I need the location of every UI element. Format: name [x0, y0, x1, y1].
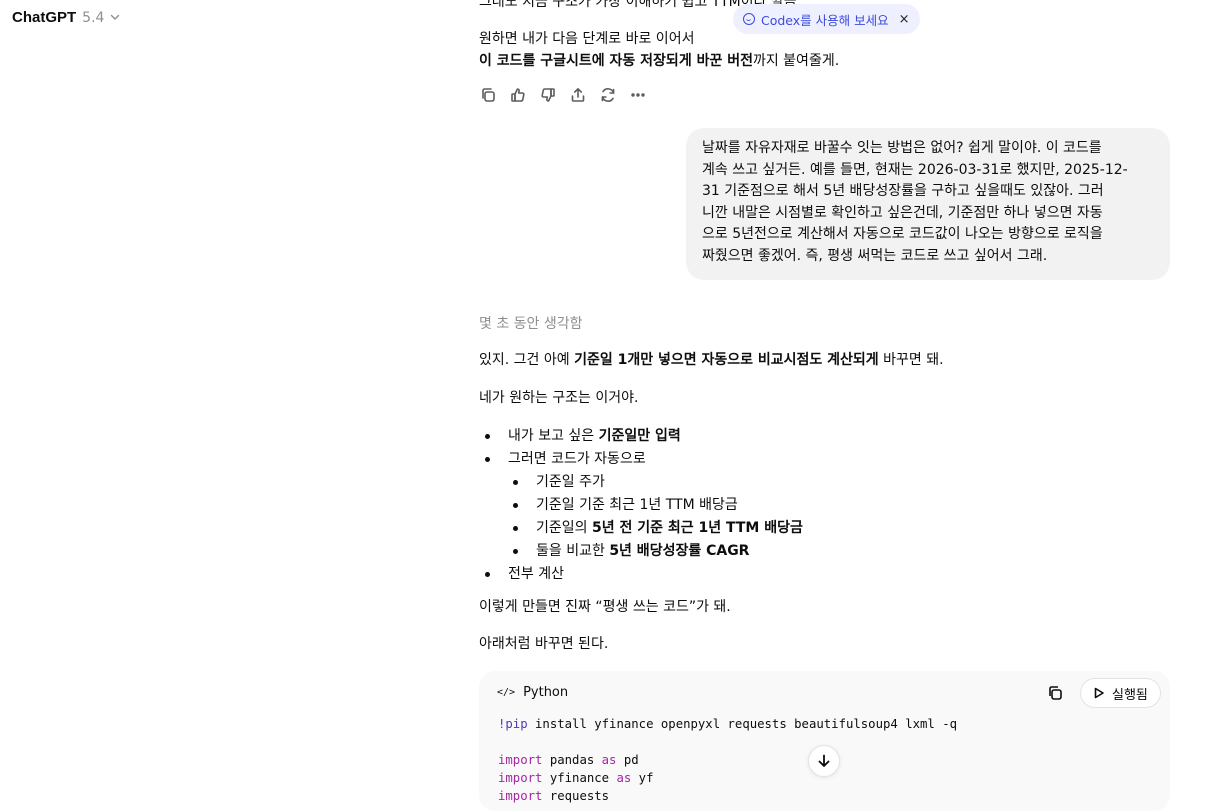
code-keyword: as [601, 753, 617, 767]
code-token: requests [542, 789, 610, 803]
code-token: install yfinance openpyxl requests beaut… [527, 717, 958, 731]
list-item: 기준일의 5년 전 기준 최근 1년 TTM 배당금 [479, 517, 803, 540]
user-message-line: 31 기준점으로 해서 5년 배당성장률을 구하고 싶을때도 있잖아. 그러 [702, 183, 1104, 200]
list-item: 기준일 기준 최근 1년 TTM 배당금 [479, 494, 803, 517]
run-button-label: 실행됨 [1112, 687, 1148, 703]
assistant-text: 이 코드를 구글시트에 자동 저장되게 바꾼 버전까지 붙여줄게. [479, 50, 839, 72]
user-message-line: 으로 5년전으로 계산해서 자동으로 코드값이 나오는 방향으로 로직을 [702, 226, 1103, 243]
code-token: pd [616, 753, 639, 767]
code-keyword: import [498, 789, 543, 803]
text: 기준일의 [536, 520, 592, 536]
codex-icon [743, 13, 755, 25]
user-message: 날짜를 자유자재로 바꿀수 잇는 방법은 없어? 쉽게 말이야. 이 코드를 계… [686, 128, 1170, 280]
list-item: 둘을 비교한 5년 배당성장률 CAGR [479, 540, 803, 563]
copy-code-icon[interactable] [1045, 683, 1065, 703]
thought-duration[interactable]: 몇 초 동안 생각함 [479, 313, 583, 333]
bullet-list: 내가 보고 싶은 기준일만 입력 그러면 코드가 자동으로 기준일 주가 기준일… [479, 425, 803, 586]
code-keyword: import [498, 771, 543, 785]
scroll-to-bottom-button[interactable] [808, 745, 840, 777]
code-language: </> Python [497, 685, 568, 700]
list-item: 그러면 코드가 자동으로 [479, 448, 803, 471]
assistant-paragraph: 네가 원하는 구조는 이거야. [479, 390, 639, 406]
user-message-line: 짜줬으면 좋겠어. 즉, 평생 써먹는 코드로 쓰고 싶어서 그래. [702, 247, 1048, 264]
list-item: 기준일 주가 [479, 471, 803, 494]
code-token: pandas [542, 753, 602, 767]
code-keyword: as [616, 771, 632, 785]
user-message-line: 니깐 내말은 시점별로 확인하고 싶은건데, 기준점만 하나 넣으면 자동 [702, 204, 1103, 221]
code-token: yfinance [542, 771, 617, 785]
bold-text: 이 코드를 구글시트에 자동 저장되게 바꾼 버전 [479, 53, 753, 69]
chevron-down-icon [110, 12, 120, 25]
text: 둘을 비교한 [536, 543, 610, 559]
text: 바꾸면 돼. [878, 352, 944, 368]
assistant-paragraph: 있지. 그건 아예 기준일 1개만 넣으면 자동으로 비교시점도 계산되게 바꾸… [479, 349, 944, 371]
codex-banner[interactable]: Codex를 사용해 보세요 × [733, 4, 920, 34]
more-icon[interactable] [629, 86, 646, 103]
assistant-paragraph: 이렇게 만들면 진짜 “평생 쓰는 코드”가 돼. [479, 599, 731, 615]
bold-text: 5년 전 기준 최근 1년 TTM 배당금 [591, 520, 803, 536]
list-item: 전부 계산 [479, 563, 803, 586]
thumbs-up-icon[interactable] [509, 86, 526, 103]
code-icon: </> [497, 687, 516, 698]
user-message-line: 날짜를 자유자재로 바꿀수 잇는 방법은 없어? 쉽게 말이야. 이 코드를 [702, 140, 1102, 156]
codex-banner-label: Codex를 사용해 보세요 [761, 12, 889, 28]
code-token: !pip [498, 717, 528, 731]
user-message-line: 계속 쓰고 싶거든. 예를 들면, 현재는 2026-03-31로 했지만, 2… [702, 161, 1128, 178]
text: 까지 붙여줄게. [752, 53, 840, 69]
text: 있지. 그건 아예 [479, 352, 575, 368]
bold-text: 5년 배당성장률 CAGR [609, 543, 750, 559]
copy-icon[interactable] [479, 86, 496, 103]
assistant-paragraph: 아래처럼 바꾸면 된다. [479, 636, 609, 652]
code-keyword: import [498, 753, 543, 767]
arrow-down-icon [818, 754, 830, 767]
close-icon[interactable]: × [899, 12, 910, 27]
bold-text: 기준일만 입력 [598, 428, 681, 444]
run-button[interactable]: 실행됨 [1080, 678, 1161, 708]
share-icon[interactable] [569, 86, 586, 103]
model-switcher[interactable]: ChatGPT 5.4 [12, 9, 120, 26]
code-block: </> Python 실행됨 !pip install yfinance ope… [479, 671, 1170, 811]
bold-text: 기준일 1개만 넣으면 자동으로 비교시점도 계산되게 [574, 352, 879, 368]
code-content: !pip install yfinance openpyxl requests … [498, 715, 957, 805]
assistant-text: 원하면 내가 다음 단계로 바로 이어서 [479, 31, 695, 47]
app-name: ChatGPT [12, 9, 77, 26]
message-actions [479, 86, 646, 103]
code-language-label: Python [523, 685, 569, 700]
thumbs-down-icon[interactable] [539, 86, 556, 103]
model-version: 5.4 [82, 9, 105, 26]
text: 내가 보고 싶은 [508, 428, 599, 444]
play-icon [1094, 687, 1104, 699]
code-token: yf [631, 771, 654, 785]
list-item: 내가 보고 싶은 기준일만 입력 [479, 425, 803, 448]
regenerate-icon[interactable] [599, 86, 616, 103]
